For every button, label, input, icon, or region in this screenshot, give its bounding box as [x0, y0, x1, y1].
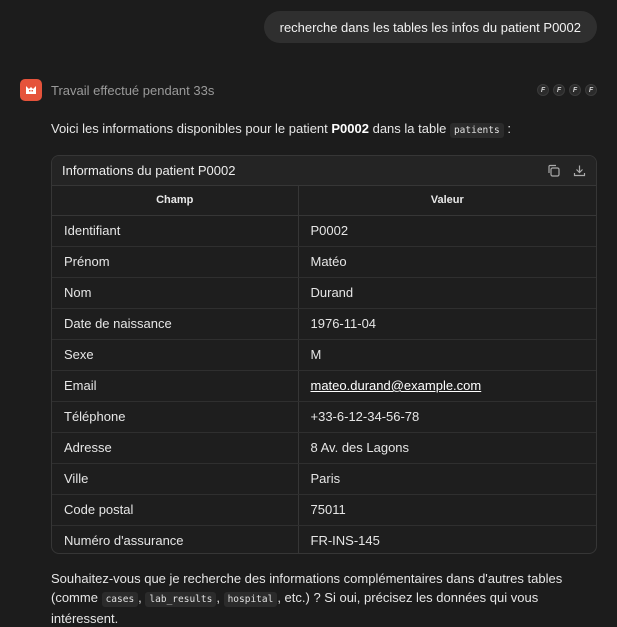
- copy-icon[interactable]: [546, 164, 560, 178]
- work-status-label: Travail effectué pendant 33s: [51, 82, 215, 98]
- table-name-code: patients: [449, 123, 504, 138]
- field-value: 8 Av. des Lagons: [298, 432, 596, 464]
- field-name: Date de naissance: [52, 308, 299, 340]
- field-name: Code postal: [52, 494, 299, 526]
- field-value: mateo.durand@example.com: [298, 370, 596, 402]
- patient-id: P0002: [331, 121, 369, 136]
- user-message-text: recherche dans les tables les infos du p…: [279, 19, 581, 35]
- field-value: Paris: [298, 463, 596, 495]
- field-value: P0002: [298, 215, 596, 247]
- patient-info-table: Champ Valeur Identifiant P0002 Prénom Maté…: [52, 186, 596, 553]
- table-row: Ville Paris: [52, 463, 596, 495]
- table-header-row: Champ Valeur: [52, 186, 596, 216]
- table-title: Informations du patient P0002: [62, 163, 236, 178]
- user-message-bubble: recherche dans les tables les infos du p…: [263, 11, 597, 43]
- table-name-code: cases: [101, 592, 139, 607]
- table-row: Nom Durand: [52, 277, 596, 309]
- table-name-code: hospital: [223, 592, 278, 607]
- table-row: Identifiant P0002: [52, 215, 596, 247]
- field-name: Téléphone: [52, 401, 299, 433]
- table-row: Email mateo.durand@example.com: [52, 370, 596, 402]
- field-value: Durand: [298, 277, 596, 309]
- field-name: Ville: [52, 463, 299, 495]
- field-name: Email: [52, 370, 299, 402]
- column-header-champ: Champ: [52, 186, 299, 216]
- field-value: 1976-11-04: [298, 308, 596, 340]
- email-link[interactable]: mateo.durand@example.com: [311, 378, 482, 393]
- field-name: Nom: [52, 277, 299, 309]
- field-name: Identifiant: [52, 215, 299, 247]
- field-value: +33-6-12-34-56-78: [298, 401, 596, 433]
- table-name-code: lab_results: [145, 592, 217, 607]
- field-name: Sexe: [52, 339, 299, 371]
- response-intro: Voici les informations disponibles pour …: [51, 121, 511, 138]
- tool-call-icon[interactable]: F: [569, 84, 581, 96]
- response-outro: Souhaitez-vous que je recherche des info…: [51, 571, 563, 626]
- field-value: FR-INS-145: [310, 533, 380, 549]
- field-name: Adresse: [52, 432, 299, 464]
- table-card-header: Informations du patient P0002: [52, 156, 596, 186]
- patient-info-table-card: Informations du patient P0002 Champ Vale…: [51, 155, 597, 554]
- table-row: Sexe M: [52, 339, 596, 371]
- tool-call-icon[interactable]: F: [537, 84, 549, 96]
- agent-logo-icon: [20, 79, 42, 101]
- agent-work-status-row[interactable]: Travail effectué pendant 33s F F F F: [20, 79, 597, 101]
- field-value: 75011: [298, 494, 596, 526]
- field-name: Prénom: [52, 246, 299, 278]
- field-value: Matéo: [298, 246, 596, 278]
- table-row: Date de naissance 1976-11-04: [52, 308, 596, 340]
- table-row: Numéro d'assurance FR-INS-145: [52, 525, 596, 553]
- field-value: M: [298, 339, 596, 371]
- tool-icons: F F F F: [537, 84, 597, 96]
- tool-call-icon[interactable]: F: [585, 84, 597, 96]
- field-name: Numéro d'assurance: [52, 525, 299, 553]
- column-header-valeur: Valeur: [298, 186, 596, 216]
- table-row: Adresse 8 Av. des Lagons: [52, 432, 596, 464]
- table-row: Prénom Matéo: [52, 246, 596, 278]
- table-row: Téléphone +33-6-12-34-56-78: [52, 401, 596, 433]
- tool-call-icon[interactable]: F: [553, 84, 565, 96]
- download-icon[interactable]: [572, 164, 586, 178]
- table-row: Code postal 75011: [52, 494, 596, 526]
